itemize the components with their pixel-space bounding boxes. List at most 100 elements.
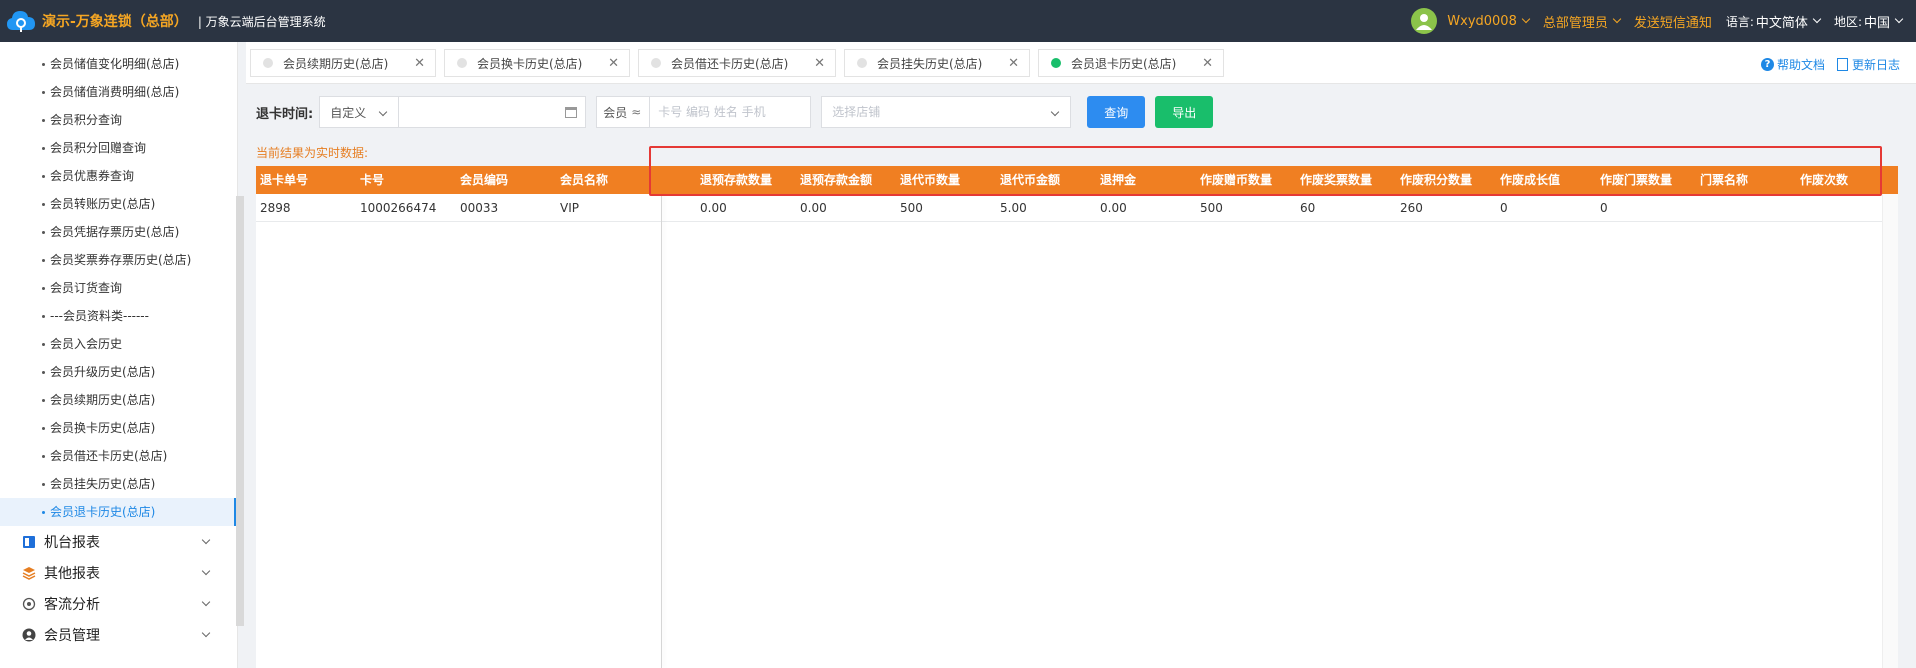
table-cell bbox=[1796, 194, 1800, 222]
close-icon[interactable]: ✕ bbox=[1008, 56, 1019, 71]
sidebar-item-label: 会员储值变化明细(总店) bbox=[50, 57, 180, 71]
sidebar-item[interactable]: ---会员资料类------ bbox=[0, 302, 237, 330]
search-button[interactable]: 查询 bbox=[1087, 96, 1146, 128]
column-header[interactable]: 会员名称 bbox=[556, 166, 608, 194]
brand-name: 演示-万象连锁（总部） bbox=[42, 14, 188, 30]
tab-label: 会员退卡历史(总店) bbox=[1071, 56, 1177, 71]
region-select[interactable]: 中国 bbox=[1864, 12, 1904, 31]
sidebar-item[interactable]: 会员积分回赠查询 bbox=[0, 134, 237, 162]
sidebar-item-label: 会员入会历史 bbox=[50, 337, 123, 351]
sidebar-item[interactable]: 会员升级历史(总店) bbox=[0, 358, 237, 386]
close-icon[interactable]: ✕ bbox=[1202, 56, 1213, 71]
table-row[interactable]: 2898 1000266474 00033 VIP 0.00 0.00 500 5.00 0.0… bbox=[256, 194, 1898, 222]
tab-card-borrow-history[interactable]: 会员借还卡历史(总店) ✕ bbox=[638, 49, 836, 77]
sidebar-item[interactable]: 会员借还卡历史(总店) bbox=[0, 442, 237, 470]
help-doc-link[interactable]: ? 帮助文档 bbox=[1760, 56, 1825, 73]
calendar-icon[interactable] bbox=[565, 107, 578, 118]
close-icon[interactable]: ✕ bbox=[814, 56, 825, 71]
chevron-down-icon bbox=[1812, 14, 1822, 24]
user-icon bbox=[22, 628, 44, 642]
store-select-input[interactable] bbox=[832, 97, 1033, 127]
sidebar-item[interactable]: 会员凭据存票历史(总店) bbox=[0, 218, 237, 246]
table-cell: 0.00 bbox=[1100, 201, 1127, 215]
tab-loss-history[interactable]: 会员挂失历史(总店) ✕ bbox=[844, 49, 1030, 77]
column-header[interactable]: 退卡单号 bbox=[256, 166, 308, 194]
close-icon[interactable]: ✕ bbox=[608, 56, 619, 71]
date-range-field[interactable] bbox=[398, 96, 587, 128]
chevron-down-icon bbox=[1050, 107, 1060, 117]
member-search-input[interactable] bbox=[650, 97, 801, 127]
column-header[interactable]: 门票名称 bbox=[1696, 166, 1748, 194]
table-scrollbar[interactable] bbox=[1882, 194, 1898, 668]
member-type-select[interactable]: 会员 ≈ bbox=[596, 96, 651, 128]
table-cell: 500 bbox=[900, 201, 923, 215]
sms-notify-link[interactable]: 发送短信通知 bbox=[1634, 12, 1712, 31]
top-navbar: 演示-万象连锁（总部） | 万象云端后台管理系统 Wxyd0008 总部管理员 … bbox=[0, 0, 1916, 42]
tab-status-dot bbox=[263, 58, 273, 68]
column-header[interactable]: 作废赠币数量 bbox=[1196, 166, 1272, 194]
machine-report-icon bbox=[22, 535, 44, 549]
sidebar-item-label: 会员订货查询 bbox=[50, 281, 123, 295]
column-header[interactable]: 退预存款数量 bbox=[696, 166, 772, 194]
region-label: 地区: bbox=[1833, 14, 1862, 29]
column-header[interactable]: 作废成长值 bbox=[1496, 166, 1560, 194]
range-type-value: 自定义 bbox=[330, 105, 367, 120]
column-header[interactable]: 退押金 bbox=[1096, 166, 1136, 194]
sidebar-item[interactable]: 会员积分查询 bbox=[0, 106, 237, 134]
column-header[interactable]: 作废奖票数量 bbox=[1296, 166, 1372, 194]
sidebar-item[interactable]: 会员挂失历史(总店) bbox=[0, 470, 237, 498]
column-header[interactable]: 作废积分数量 bbox=[1396, 166, 1472, 194]
table-cell: 00033 bbox=[460, 201, 499, 215]
sidebar-item[interactable]: 会员换卡历史(总店) bbox=[0, 414, 237, 442]
column-header[interactable]: 作废门票数量 bbox=[1596, 166, 1672, 194]
sidebar-item[interactable]: 会员优惠券查询 bbox=[0, 162, 237, 190]
update-log-link[interactable]: 更新日志 bbox=[1836, 56, 1900, 73]
table-cell: 0 bbox=[1500, 201, 1508, 215]
sidebar-item[interactable]: 会员退卡历史(总店) bbox=[0, 498, 237, 526]
role-menu[interactable]: 总部管理员 bbox=[1543, 12, 1622, 31]
sidebar-group[interactable]: 会员管理 bbox=[0, 619, 237, 650]
store-select[interactable] bbox=[821, 96, 1072, 128]
avatar[interactable] bbox=[1411, 8, 1438, 34]
tab-renewal-history[interactable]: 会员续期历史(总店) ✕ bbox=[250, 49, 436, 77]
sidebar-item-label: 会员借还卡历史(总店) bbox=[50, 449, 168, 463]
language-value: 中文简体 bbox=[1755, 15, 1808, 31]
sidebar-item-label: 会员挂失历史(总店) bbox=[50, 477, 156, 491]
column-header[interactable]: 会员编码 bbox=[456, 166, 508, 194]
language-select[interactable]: 中文简体 bbox=[1755, 12, 1822, 31]
tab-status-dot bbox=[857, 58, 867, 68]
sidebar-item[interactable]: 会员订货查询 bbox=[0, 274, 237, 302]
sidebar-scrollbar[interactable] bbox=[236, 196, 244, 626]
swap-icon: ≈ bbox=[631, 105, 642, 119]
cloud-logo-icon bbox=[6, 8, 36, 34]
sidebar-item[interactable]: 会员转账历史(总店) bbox=[0, 190, 237, 218]
column-header[interactable]: 作废次数 bbox=[1796, 166, 1848, 194]
tab-card-return-history[interactable]: 会员退卡历史(总店) ✕ bbox=[1038, 49, 1224, 77]
close-icon[interactable]: ✕ bbox=[414, 56, 425, 71]
sidebar-item[interactable]: 会员储值变化明细(总店) bbox=[0, 50, 237, 78]
user-menu[interactable]: Wxyd0008 bbox=[1447, 14, 1531, 29]
sidebar-item[interactable]: 会员储值消费明细(总店) bbox=[0, 78, 237, 106]
column-header[interactable]: 卡号 bbox=[356, 166, 384, 194]
tab-card-change-history[interactable]: 会员换卡历史(总店) ✕ bbox=[444, 49, 630, 77]
sidebar-item[interactable]: 会员入会历史 bbox=[0, 330, 237, 358]
range-type-select[interactable]: 自定义 bbox=[319, 96, 400, 128]
sidebar-item[interactable]: 会员奖票券存票历史(总店) bbox=[0, 246, 237, 274]
sidebar-item-label: ---会员资料类------ bbox=[50, 309, 149, 323]
column-header[interactable]: 退代币金额 bbox=[996, 166, 1060, 194]
return-time-label: 退卡时间: bbox=[256, 106, 314, 122]
help-icon: ? bbox=[1760, 58, 1774, 71]
sidebar-group[interactable]: 机台报表 bbox=[0, 526, 237, 557]
help-doc-label: 帮助文档 bbox=[1776, 58, 1825, 72]
tab-bar: 会员续期历史(总店) ✕ 会员换卡历史(总店) ✕ 会员借还卡历史(总店) ✕ … bbox=[246, 42, 1916, 84]
date-range-input[interactable] bbox=[399, 97, 550, 127]
column-header[interactable]: 退预存款金额 bbox=[796, 166, 872, 194]
export-button[interactable]: 导出 bbox=[1155, 96, 1214, 128]
column-header[interactable]: 退代币数量 bbox=[896, 166, 960, 194]
chevron-down-icon bbox=[378, 107, 388, 117]
member-search-field[interactable] bbox=[649, 96, 812, 128]
sidebar-group[interactable]: 其他报表 bbox=[0, 557, 237, 588]
sidebar: 会员储值变化明细(总店) 会员储值消费明细(总店) 会员积分查询 会员积分回赠查询 会员… bbox=[0, 42, 238, 668]
sidebar-item[interactable]: 会员续期历史(总店) bbox=[0, 386, 237, 414]
sidebar-group[interactable]: 客流分析 bbox=[0, 588, 237, 619]
